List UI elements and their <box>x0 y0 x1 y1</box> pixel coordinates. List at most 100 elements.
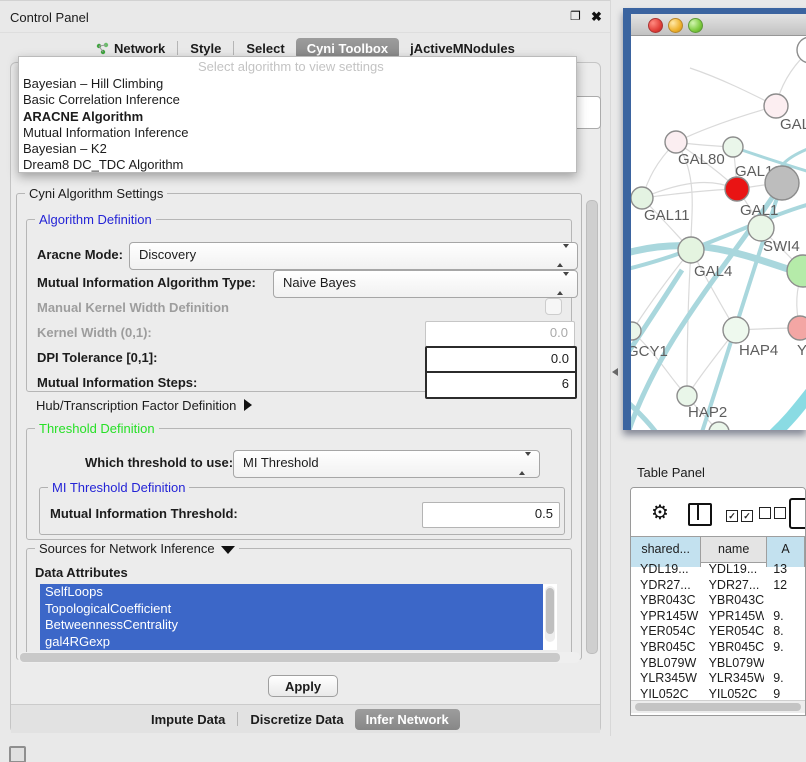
network-node[interactable] <box>764 94 788 118</box>
node-label: SWI4 <box>763 238 800 255</box>
network-node[interactable] <box>725 177 749 201</box>
control-panel-titlebar: Control Panel ❐ ✖ <box>0 0 610 33</box>
network-node[interactable] <box>665 131 687 153</box>
table-cell: YIL052C <box>700 687 765 699</box>
select-all-checkboxes-icon[interactable]: ✓✓ <box>726 506 756 524</box>
aracne-mode-label: Aracne Mode: <box>37 247 123 262</box>
tab-impute-data[interactable]: Impute Data <box>140 709 236 730</box>
splitter-collapse-icon[interactable] <box>612 368 618 376</box>
apply-button[interactable]: Apply <box>268 675 338 697</box>
which-threshold-select[interactable]: MI Threshold <box>233 450 540 478</box>
float-window-icon[interactable]: ❐ <box>570 9 581 23</box>
algorithm-option[interactable]: ARACNE Algorithm <box>21 109 574 125</box>
table-cell: YPR145W <box>700 609 765 625</box>
algorithm-option[interactable]: Mutual Information Inference <box>21 125 574 141</box>
network-canvas[interactable]: GAL8GAL80GAL10GAL1GAL11SWI4GAL4GCY1HAP4Y… <box>631 36 806 430</box>
algorithm-definition-group: Algorithm Definition Aracne Mode: Discov… <box>26 219 572 392</box>
network-node[interactable] <box>787 255 806 287</box>
cyni-algorithm-settings-title: Cyni Algorithm Settings <box>25 186 167 201</box>
attribute-list-item[interactable]: TopologicalCoefficient <box>40 601 543 618</box>
sources-title[interactable]: Sources for Network Inference <box>35 541 239 556</box>
close-icon[interactable]: ✖ <box>591 9 602 25</box>
mi-type-select[interactable]: Naive Bayes <box>273 270 578 298</box>
table-cell: YBR043C <box>700 593 765 609</box>
table-row[interactable]: YBR043CYBR043C <box>631 593 805 609</box>
attribute-list-item[interactable]: gal4RGexp <box>40 634 543 651</box>
table-cell: YPR145W <box>631 609 700 625</box>
tab-separator <box>237 712 238 726</box>
collapsed-panel-icon[interactable] <box>9 746 26 762</box>
table-row[interactable]: YDR27...YDR27...12 <box>631 578 805 594</box>
tab-discretize-data[interactable]: Discretize Data <box>239 709 354 730</box>
network-node[interactable] <box>631 187 653 209</box>
table-cell: 9. <box>764 640 805 656</box>
gear-icon[interactable]: ⚙ <box>651 500 669 525</box>
node-label: HAP4 <box>739 342 778 359</box>
algorithm-option[interactable]: Bayesian – Hill Climbing <box>21 76 574 92</box>
algorithm-dropdown-popup: Select algorithm to view settings Bayesi… <box>18 56 577 173</box>
tab-infer-network[interactable]: Infer Network <box>355 709 460 730</box>
which-threshold-label: Which threshold to use: <box>85 455 233 470</box>
network-node[interactable] <box>678 237 704 263</box>
hub-definition-toggle[interactable]: Hub/Transcription Factor Definition <box>36 398 252 413</box>
network-node[interactable] <box>677 386 697 406</box>
table-row[interactable]: YLR345WYLR345W9. <box>631 671 805 687</box>
minimize-traffic-light-icon[interactable] <box>668 18 683 33</box>
tab-separator <box>233 41 234 55</box>
algorithm-dropdown-list: Bayesian – Hill ClimbingBasic Correlatio… <box>21 76 574 174</box>
table-row[interactable]: YPR145WYPR145W9. <box>631 609 805 625</box>
kernel-width-field: 0.0 <box>425 321 575 347</box>
mi-threshold-definition-title: MI Threshold Definition <box>48 480 189 495</box>
deselect-all-checkboxes-icon[interactable] <box>759 506 789 524</box>
network-graph: GAL8GAL80GAL10GAL1GAL11SWI4GAL4GCY1HAP4Y… <box>631 36 806 430</box>
tab-label: Style <box>190 41 221 56</box>
collapse-arrow-icon <box>244 399 252 411</box>
table-cell: 13 <box>764 562 805 578</box>
threshold-definition-title: Threshold Definition <box>35 421 159 436</box>
expand-arrow-icon <box>221 546 235 554</box>
attribute-list-item[interactable]: SelfLoops <box>40 584 543 601</box>
spinner-icon <box>519 456 531 471</box>
table-cell: 12 <box>764 578 805 594</box>
table-cell <box>764 656 805 672</box>
table-cell: YBR045C <box>631 640 700 656</box>
close-traffic-light-icon[interactable] <box>648 18 663 33</box>
network-node[interactable] <box>788 316 806 340</box>
network-node[interactable] <box>765 166 799 200</box>
settings-vertical-scrollbar[interactable] <box>584 196 598 660</box>
control-panel-bottom-tabs: Impute DataDiscretize DataInfer Network <box>140 708 460 730</box>
table-cell: YLR345W <box>700 671 765 687</box>
table-cell: YBR043C <box>631 593 700 609</box>
table-row[interactable]: YBL079WYBL079W <box>631 656 805 672</box>
mi-threshold-field[interactable]: 0.5 <box>422 502 560 528</box>
manual-kernel-checkbox[interactable] <box>545 298 562 315</box>
algorithm-option[interactable]: Bayesian – K2 <box>21 141 574 157</box>
document-icon[interactable] <box>789 498 806 529</box>
table-cell: YLR345W <box>631 671 700 687</box>
table-row[interactable]: YDL19...YDL19...13 <box>631 562 805 578</box>
dpi-tolerance-field[interactable]: 0.0 <box>425 346 577 374</box>
table-row[interactable]: YER054CYER054C8. <box>631 624 805 640</box>
attribute-list-item[interactable]: BetweennessCentrality <box>40 617 543 634</box>
mi-steps-field[interactable]: 6 <box>425 371 577 399</box>
network-node[interactable] <box>723 317 749 343</box>
network-node[interactable] <box>723 137 743 157</box>
algorithm-option[interactable]: Dream8 DC_TDC Algorithm <box>21 157 574 173</box>
aracne-mode-select[interactable]: Discovery <box>129 242 578 270</box>
columns-icon[interactable] <box>688 503 712 526</box>
settings-horizontal-scrollbar[interactable] <box>18 652 580 663</box>
network-node[interactable] <box>709 422 729 430</box>
algorithm-option[interactable]: Basic Correlation Inference <box>21 92 574 108</box>
table-horizontal-scrollbar[interactable] <box>631 700 805 713</box>
zoom-traffic-light-icon[interactable] <box>688 18 703 33</box>
table-row[interactable]: YIL052CYIL052C9 <box>631 687 805 699</box>
attribute-list-scrollbar[interactable] <box>545 586 555 642</box>
network-node[interactable] <box>797 37 806 63</box>
node-label: GAL11 <box>644 207 690 224</box>
network-window-titlebar[interactable] <box>631 14 806 36</box>
table-cell: YER054C <box>631 624 700 640</box>
tab-label: Select <box>246 41 284 56</box>
table-cell: 8. <box>764 624 805 640</box>
dpi-tolerance-label: DPI Tolerance [0,1]: <box>37 350 157 365</box>
table-row[interactable]: YBR045CYBR045C9. <box>631 640 805 656</box>
